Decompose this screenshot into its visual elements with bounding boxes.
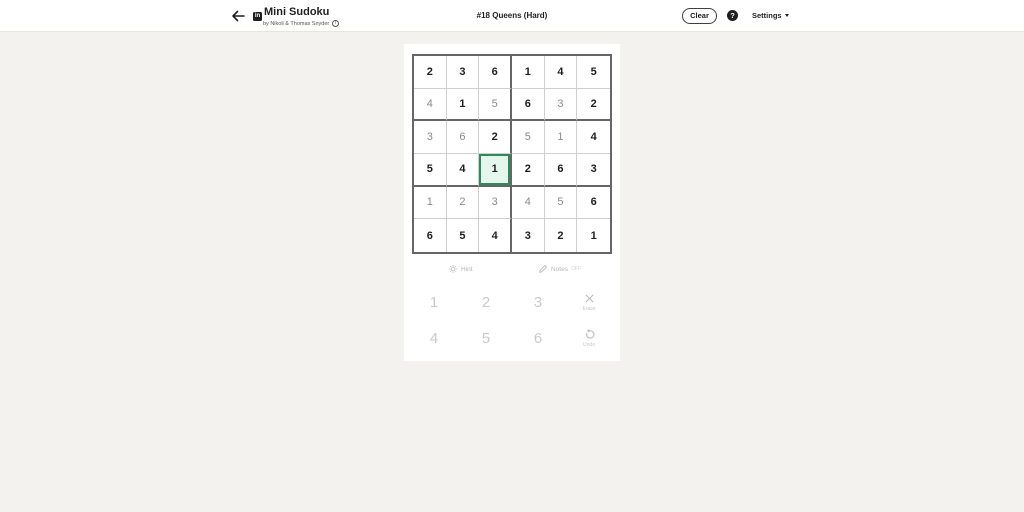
number-pad: Erase Undo 123 456 [404,287,620,361]
top-bar: in Mini Sudoku by Nikoli & Thomas Snyder… [0,0,1024,32]
number-key[interactable]: 1 [414,287,454,317]
caret-down-icon [784,14,789,17]
lightbulb-icon [449,265,457,273]
game-panel: 236145415632362514541263123456654321 Hin… [404,44,620,361]
notes-toggle[interactable]: Notes OFF [538,264,581,274]
number-key[interactable]: 5 [466,323,506,353]
grid-cell[interactable]: 4 [577,121,610,154]
notes-state: OFF [570,266,581,272]
number-key[interactable]: 6 [518,323,558,353]
clear-button[interactable]: Clear [682,8,717,24]
grid-cell[interactable]: 3 [512,219,545,252]
grid-cell[interactable]: 2 [479,121,512,154]
grid-cell[interactable]: 2 [414,56,447,89]
byline: by Nikoli & Thomas Snyder i [263,20,340,27]
grid-cell[interactable]: 2 [512,154,545,187]
app-title: Mini Sudoku [264,6,330,18]
grid-cell[interactable]: 5 [577,56,610,89]
grid-cell[interactable]: 6 [479,56,512,89]
sudoku-grid: 236145415632362514541263123456654321 [412,54,612,254]
byline-text: by Nikoli & Thomas Snyder [263,20,330,27]
close-icon [584,293,594,303]
info-icon[interactable]: i [332,20,340,27]
help-icon[interactable]: ? [727,10,738,21]
grid-cell[interactable]: 4 [544,56,578,89]
pencil-icon [539,264,548,273]
grid-cell[interactable]: 2 [446,186,480,220]
grid-cell[interactable]: 1 [577,219,610,252]
grid-cell[interactable]: 4 [446,154,480,187]
grid-cell[interactable]: 5 [544,186,578,220]
hint-button[interactable]: Hint [448,264,473,274]
grid-cell[interactable]: 1 [544,121,578,154]
grid-cell[interactable]: 1 [512,56,545,89]
grid-cell[interactable]: 3 [544,88,578,122]
erase-label: Erase [582,305,596,312]
settings-dropdown[interactable]: Settings [752,11,789,20]
undo-label: Undo [583,341,595,348]
hint-label: Hint [461,265,473,273]
number-key[interactable]: 4 [414,323,454,353]
grid-cell[interactable]: 5 [479,88,512,122]
linkedin-logo-icon: in [253,12,262,21]
grid-cell[interactable]: 6 [577,186,610,220]
back-arrow-icon[interactable] [229,7,247,25]
grid-cell[interactable]: 4 [414,88,447,122]
grid-cell[interactable]: 6 [414,219,447,252]
grid-cell[interactable]: 4 [512,186,545,220]
grid-cell[interactable]: 2 [577,88,610,122]
settings-label: Settings [752,11,782,20]
grid-cell[interactable]: 5 [414,154,447,187]
grid-cell[interactable]: 1 [479,154,512,187]
undo-icon [585,328,594,339]
grid-cell[interactable]: 5 [446,219,480,252]
puzzle-title: #18 Queens (Hard) [476,11,548,20]
grid-cell[interactable]: 3 [446,56,480,89]
grid-cell[interactable]: 4 [479,219,512,252]
erase-button[interactable]: Erase [569,287,609,317]
grid-cell[interactable]: 6 [446,121,480,154]
grid-cell[interactable]: 1 [446,88,480,122]
grid-cell[interactable]: 1 [414,186,447,220]
grid-cell[interactable]: 5 [512,121,545,154]
grid-cell[interactable]: 3 [479,186,512,220]
grid-cell[interactable]: 2 [544,219,578,252]
undo-button[interactable]: Undo [569,323,609,353]
number-key[interactable]: 2 [466,287,506,317]
notes-label: Notes [551,265,568,273]
number-key[interactable]: 3 [518,287,558,317]
grid-cell[interactable]: 6 [544,154,578,187]
tool-row: Hint Notes OFF [404,264,620,278]
grid-cell[interactable]: 3 [577,154,610,187]
grid-cell[interactable]: 3 [414,121,447,154]
grid-cell[interactable]: 6 [512,88,545,122]
